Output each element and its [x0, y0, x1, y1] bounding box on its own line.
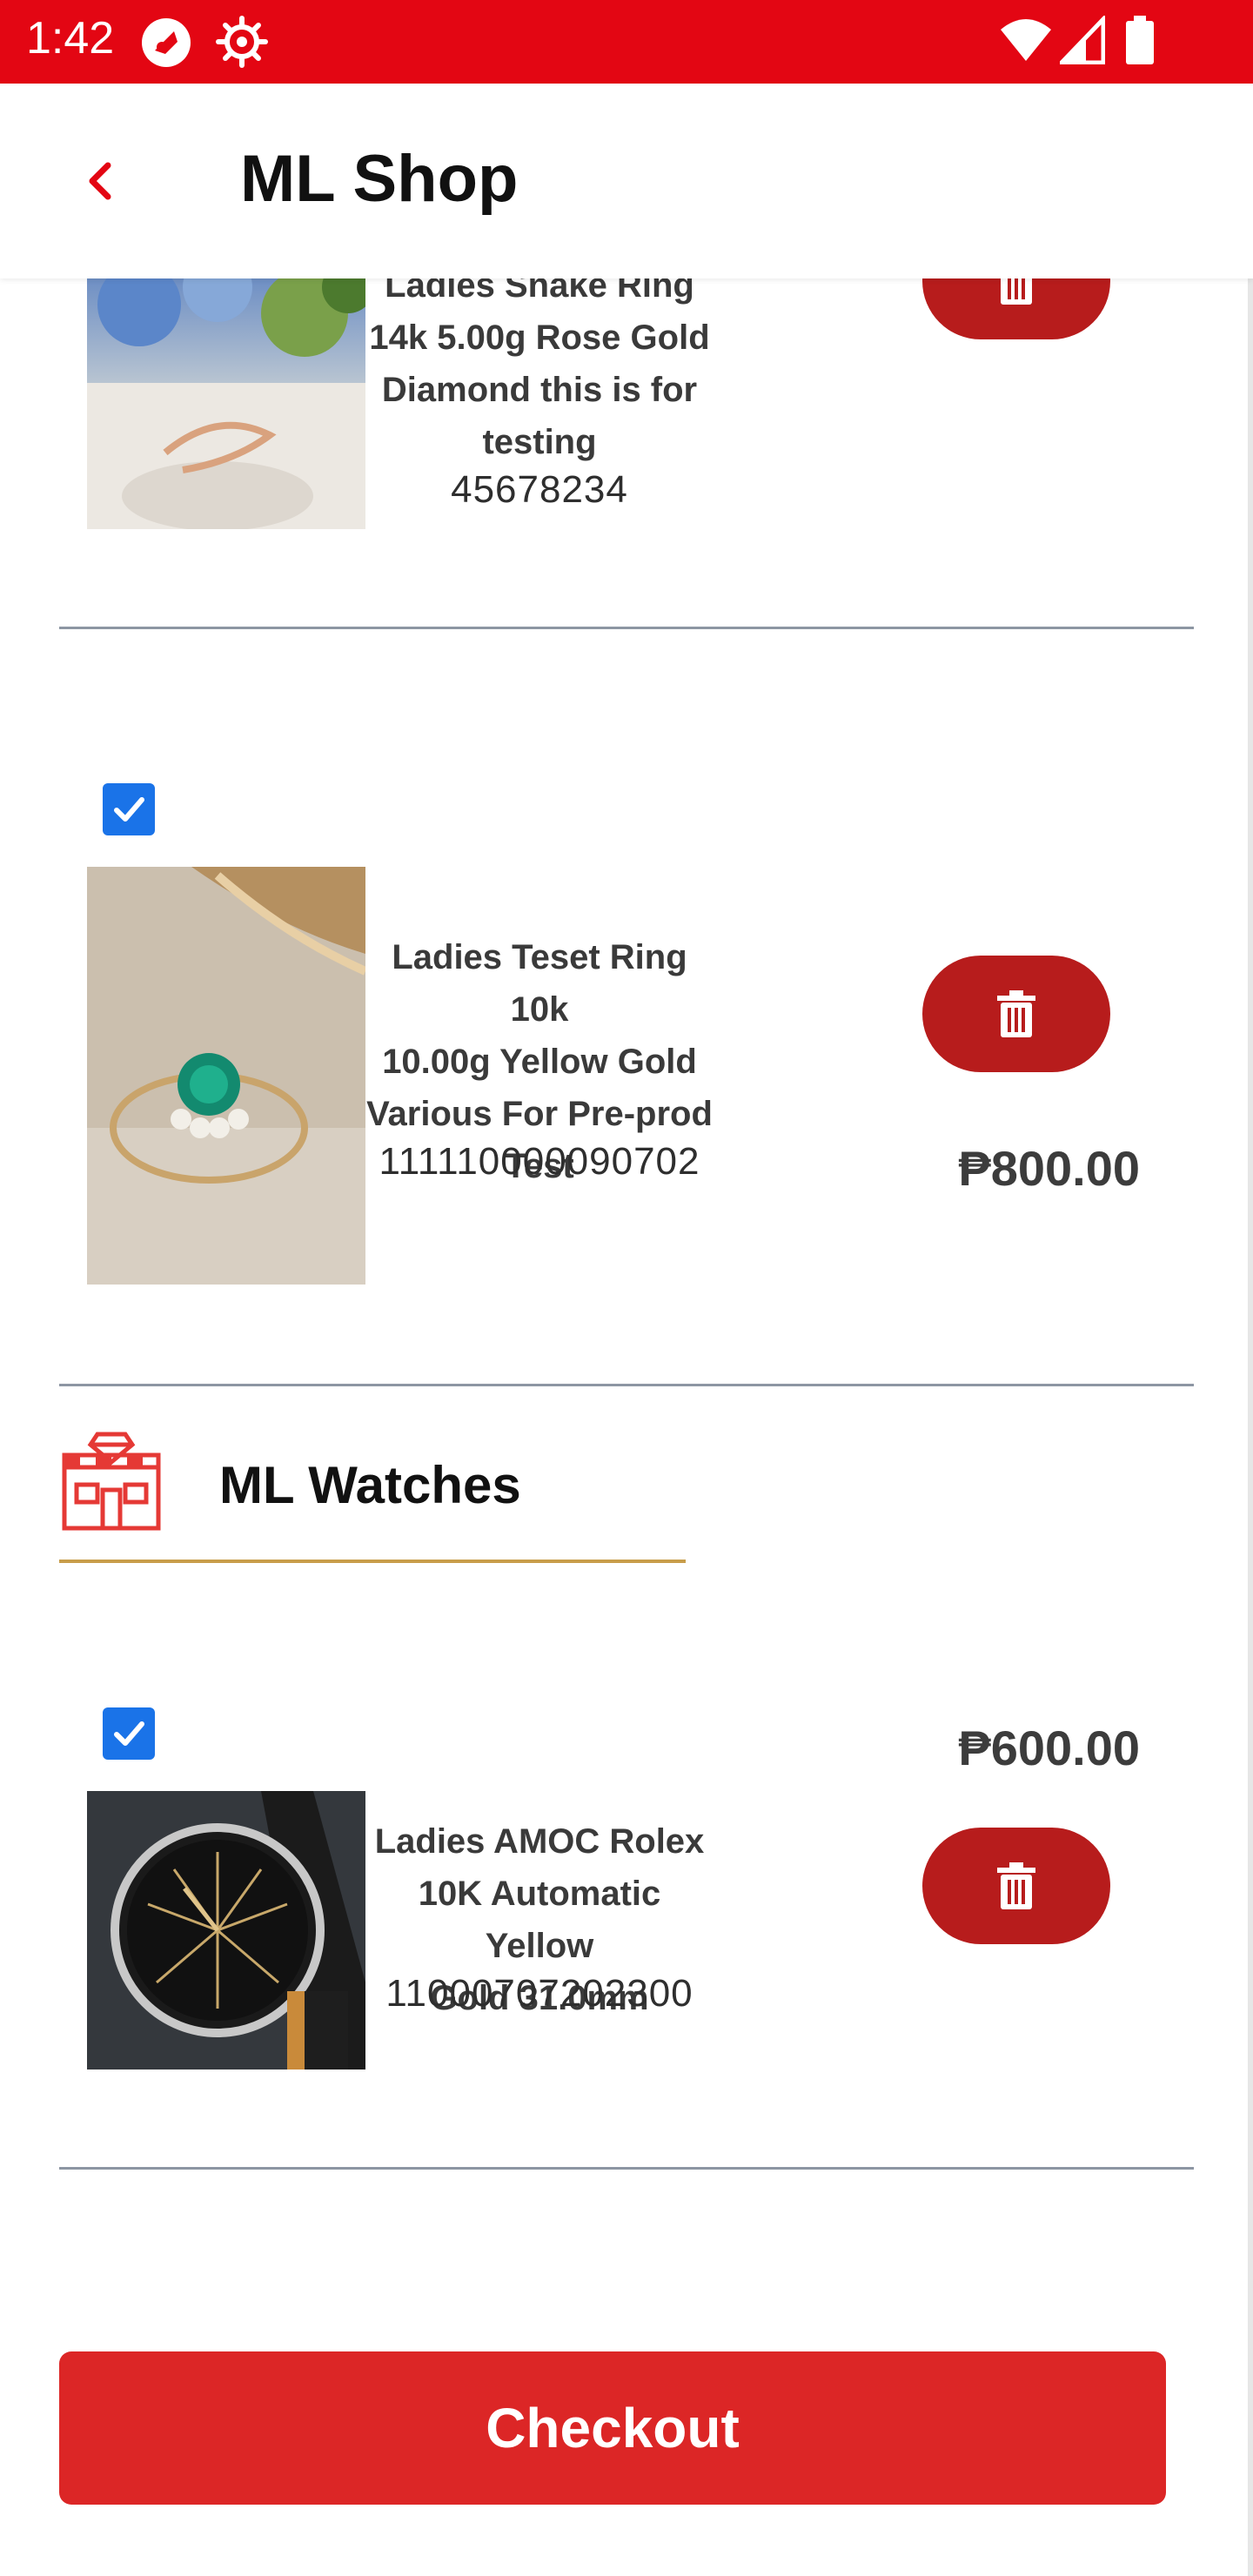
- scroll-edge: [1248, 278, 1253, 2576]
- status-bar: 1:42: [0, 0, 1253, 84]
- check-icon: [114, 1721, 144, 1746]
- product-code: 111110000090702: [379, 1140, 700, 1183]
- product-name-line: 14k 5.00g Rose Gold: [369, 319, 710, 357]
- app-bar: ML Shop: [0, 84, 1253, 278]
- product-name: Ladies Snake Ring 14k 5.00g Rose Gold Di…: [365, 278, 714, 468]
- check-icon: [114, 797, 144, 822]
- product-name-line: 10K Automatic Yellow: [418, 1875, 661, 1965]
- item-divider: [59, 627, 1194, 629]
- battery-icon: [1126, 16, 1154, 64]
- jewelry-store-icon: [62, 1432, 161, 1531]
- store-underline: [59, 1560, 686, 1563]
- product-code: 11000707202300: [385, 1972, 694, 2015]
- product-name-line: testing: [482, 423, 597, 461]
- trash-icon: [997, 1862, 1035, 1909]
- item-checkbox[interactable]: [103, 1707, 155, 1760]
- product-price: ₱800.00: [958, 1141, 1140, 1196]
- product-name-line: Ladies AMOC Rolex: [374, 1822, 705, 1861]
- product-name-line: Ladies Snake Ring: [385, 278, 694, 305]
- gear-icon: [216, 16, 268, 68]
- product-name-line: Various For Pre-prod: [366, 1095, 713, 1133]
- item-checkbox[interactable]: [103, 783, 155, 835]
- product-name-line: Diamond this is for: [381, 371, 698, 409]
- product-name-line: Ladies Teset Ring 10k: [392, 938, 687, 1029]
- item-divider: [59, 1384, 1194, 1386]
- app-notification-icon: [142, 18, 191, 67]
- delete-button[interactable]: [922, 1828, 1110, 1944]
- product-image: [87, 278, 365, 529]
- store-name: ML Watches: [219, 1456, 521, 1514]
- delete-button[interactable]: [922, 278, 1110, 339]
- trash-icon: [1001, 278, 1032, 305]
- product-name-line: 10.00g Yellow Gold: [382, 1043, 697, 1081]
- product-code: 45678234: [451, 468, 628, 511]
- checkout-button[interactable]: Checkout: [59, 2351, 1166, 2505]
- product-image: [87, 1791, 365, 2070]
- signal-icon: [1060, 16, 1105, 64]
- product-price: ₱600.00: [958, 1721, 1140, 1775]
- trash-icon: [997, 990, 1035, 1037]
- delete-button[interactable]: [922, 956, 1110, 1072]
- product-image: [87, 867, 365, 1285]
- page-title: ML Shop: [240, 142, 519, 216]
- chevron-left-icon[interactable]: [75, 155, 127, 207]
- status-time: 1:42: [26, 13, 115, 64]
- cart-list[interactable]: Ladies Snake Ring 14k 5.00g Rose Gold Di…: [0, 278, 1253, 2576]
- item-divider: [59, 2167, 1194, 2170]
- wifi-icon: [1001, 19, 1051, 61]
